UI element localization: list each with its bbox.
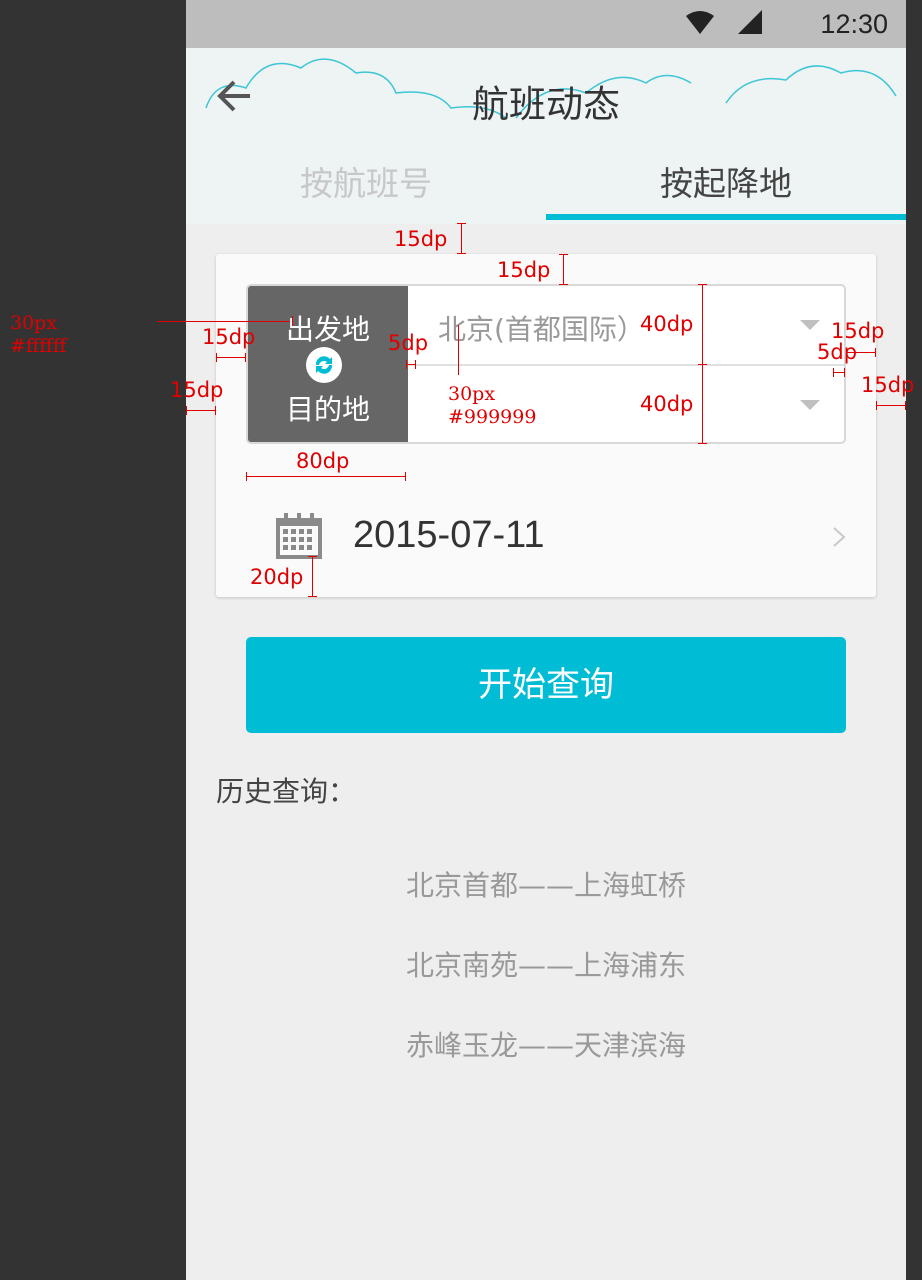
annotation-tick xyxy=(308,556,317,557)
annotation-top-gap: 15dp xyxy=(394,227,448,251)
swap-icon[interactable] xyxy=(306,347,342,383)
annotation-line xyxy=(186,410,216,411)
annotation-date-bottom: 20dp xyxy=(250,565,304,589)
annotation-tick xyxy=(698,364,707,365)
route-label-column: 出发地 目的地 xyxy=(248,286,408,442)
chevron-right-icon xyxy=(833,527,846,547)
history-title: 历史查询： xyxy=(216,775,357,808)
destination-field[interactable] xyxy=(408,366,844,442)
annotation-value-color: #999999 xyxy=(448,406,537,428)
annotation-line xyxy=(216,357,246,358)
annotation-tick xyxy=(457,223,466,224)
dropdown-arrow-icon[interactable] xyxy=(800,320,820,330)
annotation-label-color: #ffffff xyxy=(10,335,67,357)
annotation-card-padding-right: 15dp xyxy=(831,319,885,343)
page-title: 航班动态 xyxy=(472,83,620,126)
annotation-tick xyxy=(308,596,317,597)
annotation-screen-margin-right: 15dp xyxy=(861,373,915,397)
phone-screen: 12:30 航班动态 按航班号 按起降地 出发地 目的地 北京(首都国际） 20… xyxy=(186,0,906,1280)
annotation-value-font: 30px xyxy=(448,383,496,405)
annotation-tick xyxy=(457,253,466,254)
annotation-screen-margin-left: 15dp xyxy=(170,378,224,402)
annotation-tick xyxy=(833,368,834,377)
date-selector[interactable]: 2015-07-11 xyxy=(216,494,876,584)
dropdown-arrow-icon[interactable] xyxy=(800,400,820,410)
signal-icon xyxy=(738,10,762,34)
annotation-tick xyxy=(844,368,845,377)
annotation-tick xyxy=(216,353,217,362)
annotation-line xyxy=(312,556,313,597)
history-item[interactable]: 北京南苑——上海浦东 xyxy=(186,944,906,984)
annotation-tick xyxy=(405,472,406,481)
calendar-icon xyxy=(276,513,322,559)
annotation-row-height-2: 40dp xyxy=(640,392,694,416)
search-button[interactable]: 开始查询 xyxy=(246,637,846,733)
annotation-tick xyxy=(559,254,568,255)
annotation-label-width: 80dp xyxy=(296,449,350,473)
annotation-tick xyxy=(698,284,707,285)
annotation-row-height-1: 40dp xyxy=(640,312,694,336)
status-icons xyxy=(686,10,762,34)
annotation-tick xyxy=(559,284,568,285)
annotation-tick xyxy=(406,360,407,369)
annotation-tick xyxy=(905,401,906,410)
annotation-line xyxy=(461,223,462,254)
departure-value: 北京(首都国际） xyxy=(438,313,645,346)
wifi-icon xyxy=(686,11,714,34)
annotation-label-font: 30px xyxy=(10,312,58,334)
app-header: 航班动态 按航班号 按起降地 xyxy=(186,48,906,224)
status-bar: 12:30 xyxy=(186,0,906,48)
annotation-leader-line xyxy=(458,325,459,375)
annotation-line xyxy=(246,476,406,477)
search-card: 出发地 目的地 北京(首都国际） 2015-07-11 xyxy=(216,254,876,597)
history-item[interactable]: 赤峰玉龙——天津滨海 xyxy=(186,1024,906,1064)
departure-field[interactable]: 北京(首都国际） xyxy=(408,286,844,366)
annotation-card-padding-top: 15dp xyxy=(497,258,551,282)
annotation-leader-line xyxy=(157,321,290,322)
annotation-marker xyxy=(292,316,293,326)
route-selector: 出发地 目的地 北京(首都国际） xyxy=(246,284,846,444)
annotation-field-inset: 5dp xyxy=(388,331,429,355)
annotation-tick xyxy=(215,406,216,415)
history-item[interactable]: 北京首都——上海虹桥 xyxy=(186,864,906,904)
annotation-tick xyxy=(875,348,876,357)
departure-label: 出发地 xyxy=(285,313,370,346)
status-time: 12:30 xyxy=(820,9,888,39)
annotation-tick xyxy=(876,401,877,410)
destination-label: 目的地 xyxy=(285,393,370,426)
annotation-card-padding-left: 15dp xyxy=(202,325,256,349)
annotation-tick xyxy=(698,443,707,444)
annotation-tick xyxy=(415,360,416,369)
annotation-tick xyxy=(246,472,247,481)
annotation-line xyxy=(876,405,906,406)
annotation-line xyxy=(846,352,876,353)
tab-by-flight-number[interactable]: 按航班号 xyxy=(186,154,546,224)
annotation-tick xyxy=(245,353,246,362)
annotation-line xyxy=(563,254,564,285)
active-tab-indicator xyxy=(546,214,906,220)
annotation-tick xyxy=(186,406,187,415)
date-value: 2015-07-11 xyxy=(353,514,545,556)
